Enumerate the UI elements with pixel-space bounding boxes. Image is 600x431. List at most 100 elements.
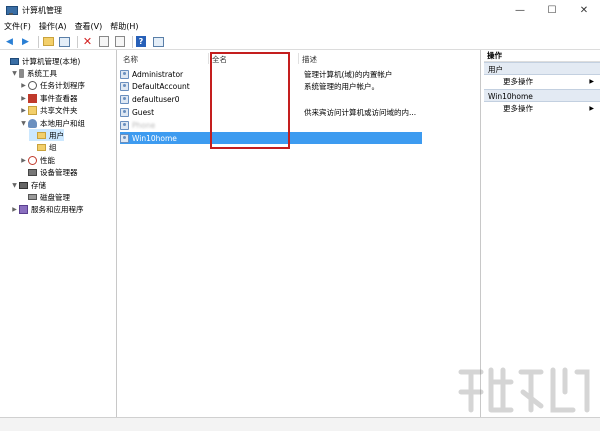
- tree-item[interactable]: 磁盘管理: [20, 191, 70, 203]
- user-name: Win10home: [132, 133, 177, 143]
- tree-item[interactable]: ▶ 任务计划程序: [20, 80, 85, 92]
- minimize-button[interactable]: —: [504, 0, 536, 20]
- tree-item-label: 用户: [49, 130, 64, 140]
- user-icon: [120, 120, 129, 130]
- tree-item[interactable]: ▶ 服务和应用程序: [11, 204, 84, 216]
- window-title: 计算机管理: [22, 5, 62, 15]
- user-description: 管理计算机(域)的内置帐户: [304, 69, 393, 79]
- console-tree: 计算机管理(本地) ▼ 系统工具 ▶ 任务计划程序 ▶ 事件查看器 ▶ 共享文件夹 ▼ 本地用户和组…: [0, 50, 117, 417]
- action-pane-icon[interactable]: [153, 36, 164, 47]
- tree-item[interactable]: ▼ 存储: [11, 179, 46, 191]
- more-actions-label: 更多操作: [503, 104, 533, 113]
- tree-item[interactable]: 用户: [29, 129, 64, 142]
- back-arrow-icon[interactable]: ◀: [3, 35, 16, 48]
- user-icon: [120, 133, 129, 143]
- tree-item-label: 系统工具: [27, 68, 57, 78]
- toolbar-separator: [77, 35, 78, 48]
- performance-icon: [28, 155, 37, 165]
- menu-file[interactable]: 文件(F): [0, 20, 35, 34]
- tree-item-label: 共享文件夹: [40, 106, 78, 116]
- close-button[interactable]: ✕: [568, 0, 600, 20]
- export-list-icon[interactable]: [114, 36, 125, 47]
- user-name: DefaultAccount: [132, 82, 190, 92]
- folder-icon: [37, 131, 46, 139]
- help-icon[interactable]: ?: [136, 36, 146, 47]
- event-log-icon: [28, 93, 37, 103]
- user-description: 系统管理的用户帐户。: [304, 82, 379, 92]
- maximize-button[interactable]: ☐: [536, 0, 568, 20]
- more-actions-users[interactable]: 更多操作 ▶: [484, 75, 600, 89]
- storage-icon: [19, 181, 28, 189]
- up-folder-icon[interactable]: [43, 37, 54, 46]
- collapse-arrow-icon[interactable]: ▼: [11, 182, 18, 189]
- chevron-right-icon: ▶: [589, 78, 594, 85]
- column-header-description[interactable]: 描述: [302, 54, 317, 65]
- tree-item-label: 磁盘管理: [40, 192, 70, 202]
- chevron-right-icon: ▶: [589, 105, 594, 112]
- window-controls: — ☐ ✕: [504, 0, 600, 20]
- tree-item-label: 计算机管理(本地): [22, 56, 81, 66]
- collapse-arrow-icon[interactable]: ▼: [20, 120, 27, 127]
- collapse-arrow-icon[interactable]: ▼: [11, 70, 18, 77]
- tree-item-label: 设备管理器: [40, 168, 78, 178]
- delete-icon[interactable]: ✕: [81, 35, 94, 48]
- watermark-logo: [458, 367, 590, 413]
- actions-header: 操作: [484, 50, 600, 62]
- shared-folder-icon: [28, 106, 37, 116]
- users-icon: [28, 118, 37, 128]
- user-icon: [120, 107, 129, 117]
- tree-item-label: 存储: [31, 180, 46, 190]
- user-description: 供来宾访问计算机或访问域的内...: [304, 107, 417, 117]
- expand-arrow-icon[interactable]: ▶: [20, 107, 27, 114]
- fullname-highlight-box: [210, 52, 290, 149]
- tree-item[interactable]: 计算机管理(本地): [2, 55, 80, 67]
- actions-section-win10home[interactable]: Win10home: [484, 89, 600, 102]
- expand-arrow-icon[interactable]: ▶: [11, 206, 18, 213]
- expand-arrow-icon[interactable]: ▶: [20, 95, 27, 102]
- device-icon: [28, 169, 37, 177]
- show-hide-tree-icon[interactable]: [59, 36, 70, 47]
- disk-icon: [28, 194, 37, 201]
- tree-item[interactable]: ▼ 系统工具: [11, 67, 57, 79]
- tree-item[interactable]: 设备管理器: [20, 167, 78, 179]
- title-bar: 计算机管理 — ☐ ✕: [0, 0, 600, 20]
- expand-arrow-icon[interactable]: ▶: [20, 157, 27, 164]
- properties-icon[interactable]: [98, 36, 109, 47]
- tree-item-label: 本地用户和组: [40, 118, 85, 128]
- tree-item-label: 服务和应用程序: [31, 205, 84, 215]
- column-header-name[interactable]: 名称: [123, 54, 138, 65]
- column-divider[interactable]: [298, 53, 299, 64]
- menu-action[interactable]: 操作(A): [35, 20, 71, 34]
- tree-item-label: 组: [49, 143, 57, 153]
- user-icon: [120, 82, 129, 92]
- user-icon: [120, 69, 129, 79]
- status-bar: [0, 417, 600, 431]
- clock-icon: [28, 81, 37, 91]
- forward-arrow-icon[interactable]: ▶: [19, 35, 32, 48]
- tree-item[interactable]: ▼ 本地用户和组: [20, 117, 85, 129]
- computer-icon: [10, 57, 19, 65]
- user-name: defaultuser0: [132, 95, 180, 105]
- folder-icon: [37, 144, 46, 152]
- toolbar-separator: [38, 35, 39, 48]
- tree-item-label: 任务计划程序: [40, 81, 85, 91]
- tree-item[interactable]: ▶ 性能: [20, 154, 55, 166]
- user-list-pane: 名称 全名 描述 Administrator 管理计算机(域)的内置帐户 Defau…: [118, 50, 481, 417]
- menu-view[interactable]: 查看(V): [71, 20, 107, 34]
- expand-arrow-icon[interactable]: ▶: [20, 82, 27, 89]
- more-actions-label: 更多操作: [503, 77, 533, 86]
- more-actions-win10home[interactable]: 更多操作 ▶: [484, 102, 600, 116]
- tree-item[interactable]: ▶ 事件查看器: [20, 92, 78, 104]
- toolbar-separator: [132, 35, 133, 48]
- actions-section-title: Win10home: [488, 92, 533, 101]
- toolbar: ◀ ▶ ✕ ?: [0, 34, 600, 50]
- tree-item[interactable]: 组: [29, 142, 57, 154]
- actions-section-title: 用户: [488, 65, 503, 74]
- column-divider[interactable]: [208, 53, 209, 64]
- tree-item-label: 性能: [40, 155, 55, 165]
- actions-section-users[interactable]: 用户: [484, 62, 600, 75]
- menu-help[interactable]: 帮助(H): [106, 20, 142, 34]
- tree-item[interactable]: ▶ 共享文件夹: [20, 105, 78, 117]
- user-name: Guest: [132, 107, 155, 117]
- tree-item-label: 事件查看器: [40, 93, 78, 103]
